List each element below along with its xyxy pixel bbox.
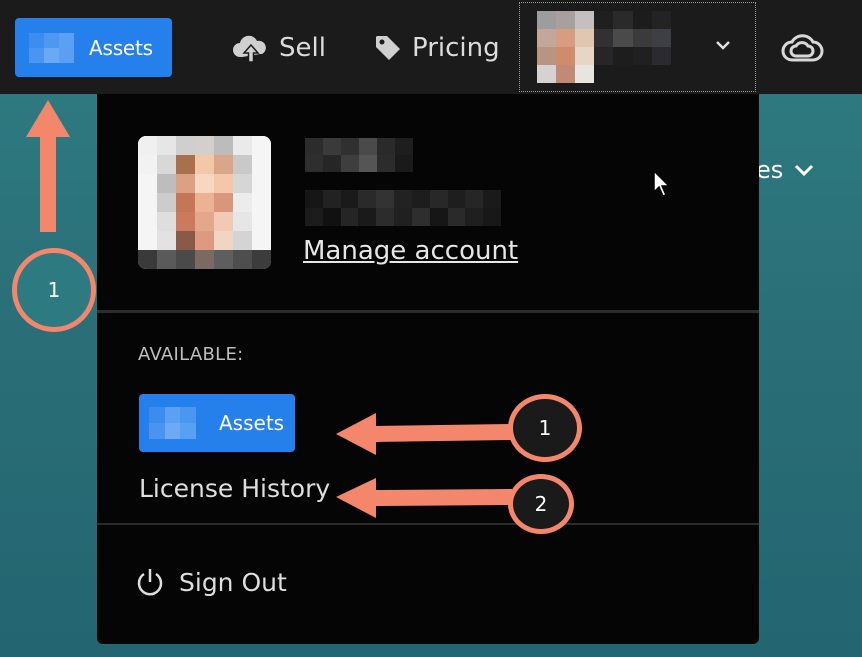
nav-sell-label: Sell (279, 33, 326, 63)
cloud-upload-icon (233, 35, 266, 63)
blurred-avatar-and-name (537, 11, 709, 83)
blurred-user-name (305, 138, 413, 172)
power-icon (137, 569, 163, 596)
nav-pricing[interactable]: Pricing (374, 28, 500, 68)
nav-pricing-label: Pricing (412, 33, 500, 63)
sign-out-button[interactable]: Sign Out (135, 566, 287, 598)
license-history-link[interactable]: License History (139, 474, 330, 503)
annotation-callout-top: 1 (12, 248, 96, 332)
blurred-brand-mark (149, 407, 211, 439)
assets-button-label: Assets (89, 35, 153, 60)
divider (97, 523, 759, 525)
menu-assets-label: Assets (219, 411, 285, 435)
blurred-brand-mark (29, 32, 89, 63)
chevron-down-icon (795, 164, 814, 177)
creative-cloud-icon[interactable] (780, 30, 824, 66)
nav-sell[interactable]: Sell (233, 28, 326, 68)
menu-assets-button[interactable]: Assets (139, 394, 295, 452)
manage-account-link[interactable]: Manage account (303, 236, 518, 266)
profile-picture (138, 136, 271, 269)
top-navigation-bar: Assets Sell Pricing (0, 0, 862, 94)
tag-icon (376, 36, 400, 60)
blurred-user-email (305, 190, 501, 226)
divider (97, 310, 759, 313)
sign-out-label: Sign Out (179, 567, 287, 597)
background-partial-label: es (756, 156, 815, 184)
mouse-cursor-icon (653, 170, 671, 197)
account-menu-trigger[interactable] (519, 2, 756, 92)
available-section-label: AVAILABLE: (138, 344, 244, 365)
assets-button[interactable]: Assets (15, 18, 172, 77)
annotation-callout-license: 2 (508, 474, 574, 534)
chevron-down-icon (716, 41, 730, 50)
annotation-callout-assets: 1 (508, 394, 582, 462)
